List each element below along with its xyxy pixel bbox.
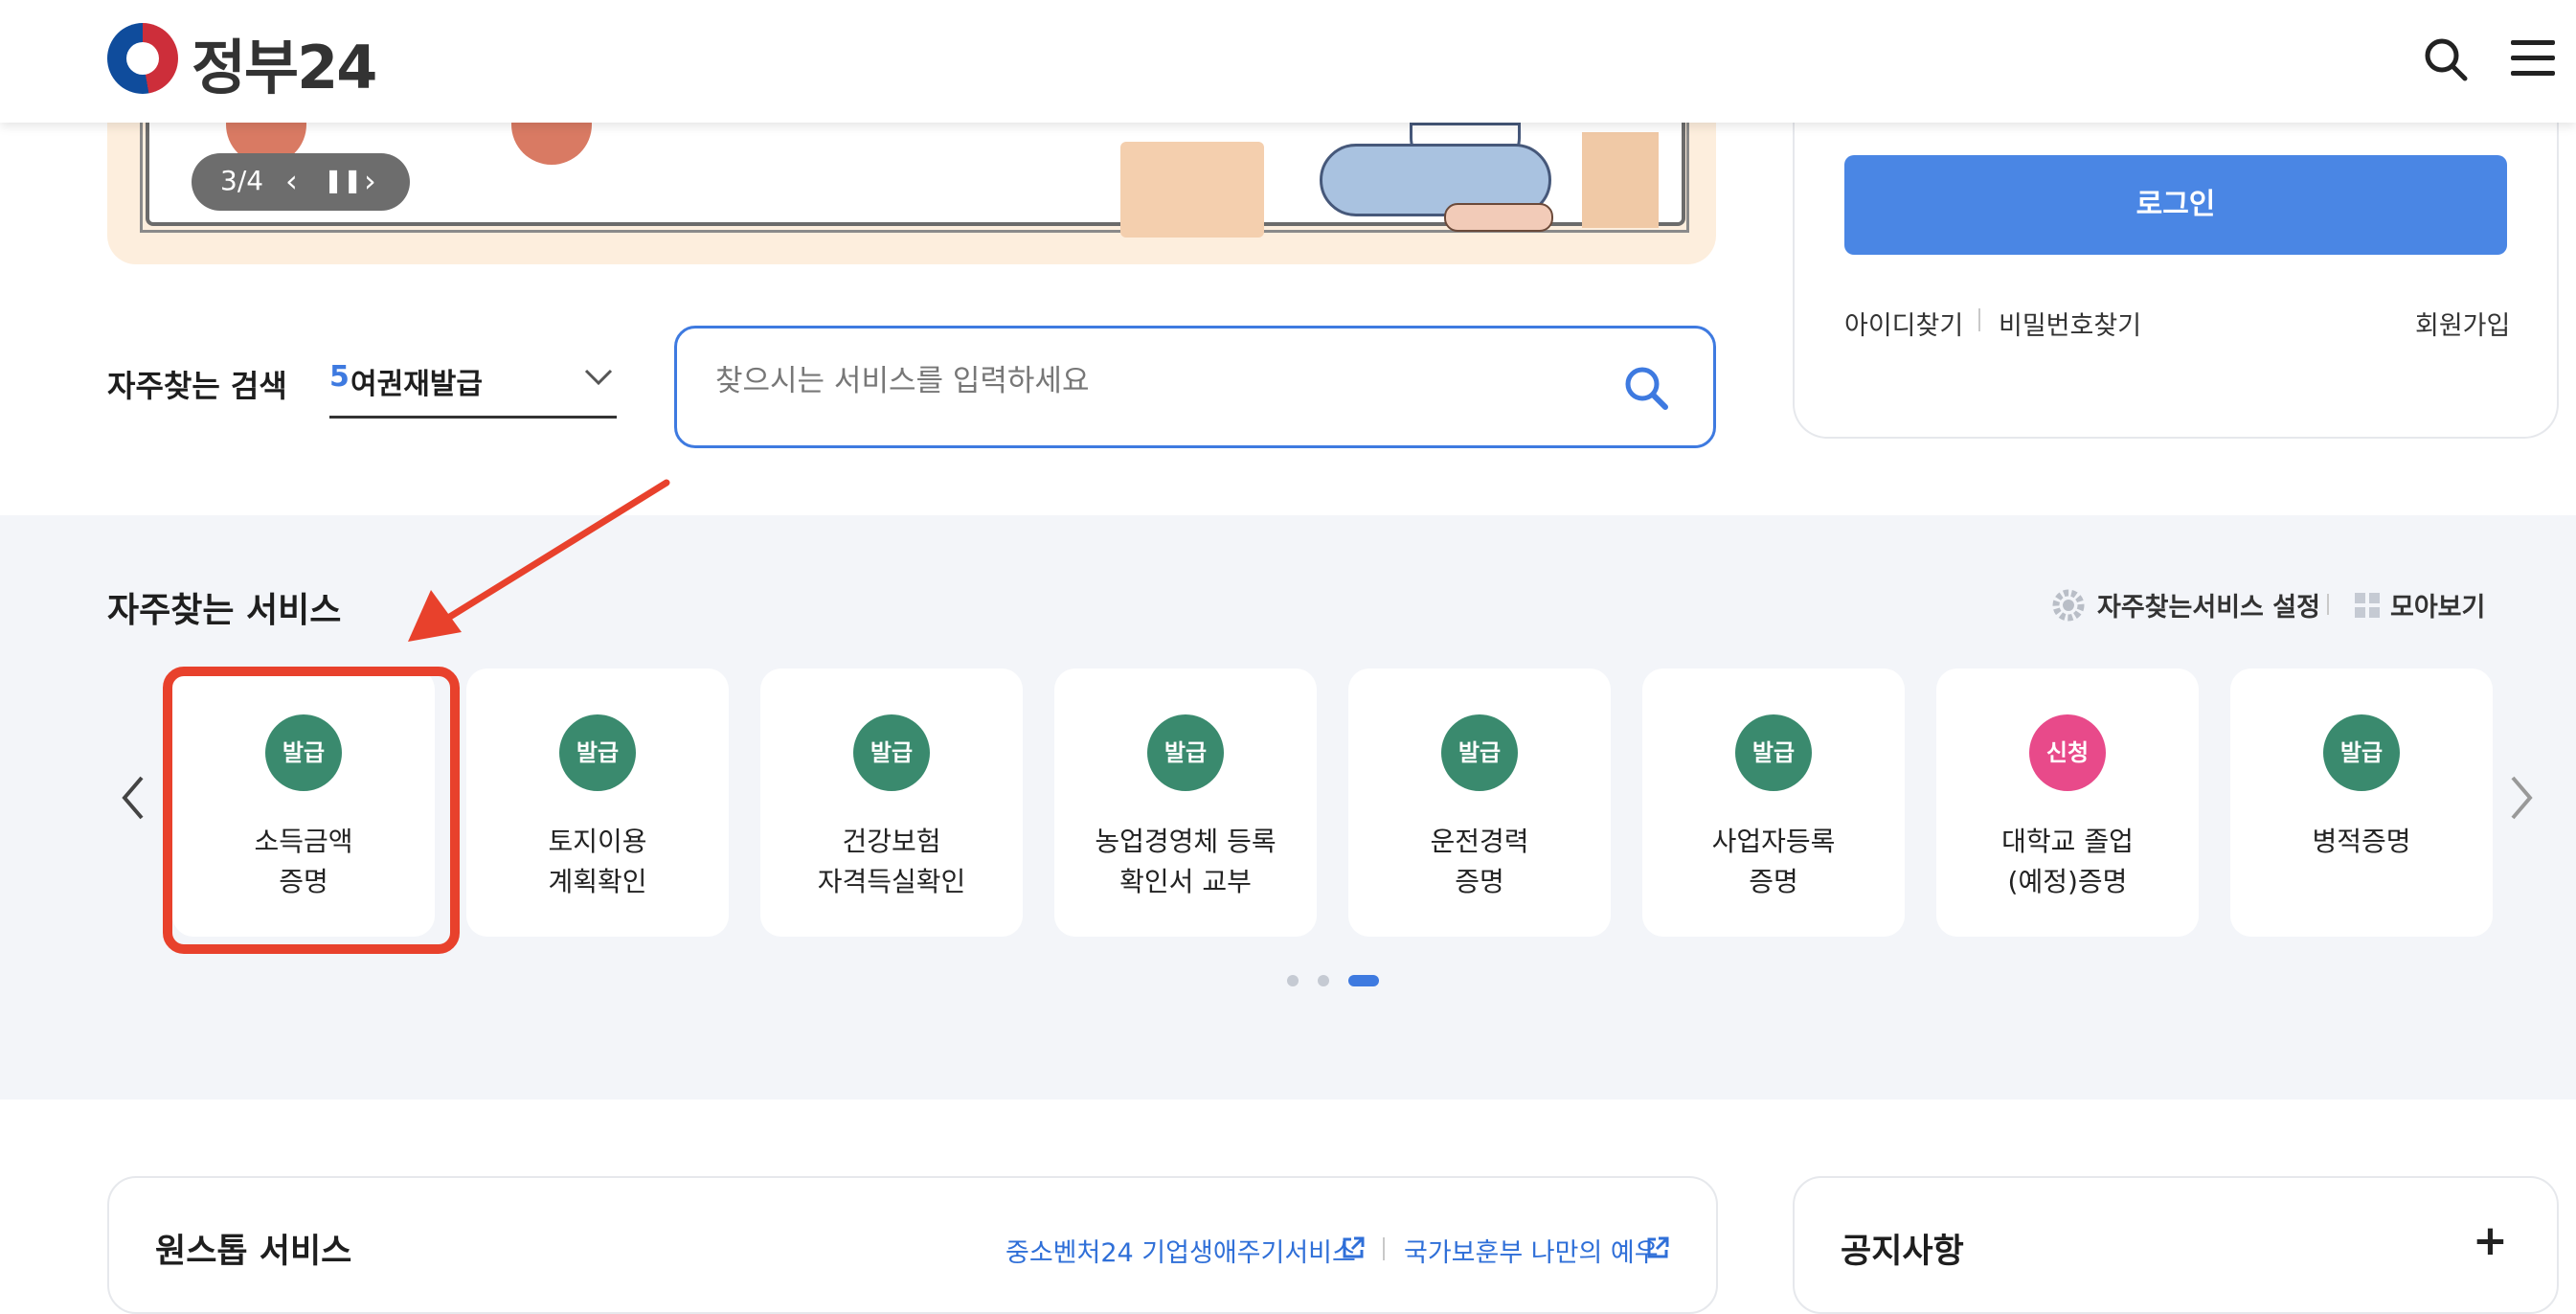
highlight-box [163, 667, 460, 954]
search-icon[interactable] [1621, 363, 1671, 413]
favorite-service-card[interactable]: 발급사업자등록 증명 [1642, 668, 1905, 937]
grid-icon[interactable] [2354, 592, 2381, 619]
banner-carousel[interactable]: 3/4 ‹ ❚❚ › [107, 123, 1716, 264]
taegeuk-logo-icon[interactable] [107, 23, 178, 94]
favorite-service-card[interactable]: 발급운전경력 증명 [1348, 668, 1611, 937]
banner-illustration-feet [1444, 203, 1553, 232]
banner-illustration-boxes [1582, 132, 1659, 228]
external-link-icon [1343, 1236, 1365, 1258]
gear-icon[interactable] [2051, 588, 2086, 623]
annotation-arrow [408, 479, 670, 642]
service-search-input[interactable] [713, 363, 1579, 399]
service-name: 건강보험 자격득실확인 [817, 826, 966, 897]
service-name: 대학교 졸업 (예정)증명 [2001, 826, 2134, 897]
onestop-link[interactable]: 국가보훈부 나만의 예우 [1404, 1232, 1659, 1269]
search-icon[interactable] [2421, 34, 2471, 84]
find-password-link[interactable]: 비밀번호찾기 [1999, 305, 2141, 342]
pause-icon[interactable]: ❚❚ [324, 167, 362, 193]
service-name: 사업자등록 증명 [1711, 826, 1836, 897]
onestop-title: 원스톱 서비스 [155, 1233, 352, 1271]
find-id-link[interactable]: 아이디찾기 [1844, 305, 1963, 342]
divider [2327, 594, 2329, 615]
divider [1383, 1237, 1385, 1260]
banner-page-indicator: 3/4 [220, 165, 264, 196]
quick-search-label: 자주찾는 검색 [107, 368, 287, 404]
chevron-left-icon[interactable] [119, 774, 147, 822]
banner-pager: 3/4 ‹ ❚❚ › [192, 153, 410, 211]
login-button[interactable]: 로그인 [1844, 155, 2507, 255]
service-search-box [674, 326, 1716, 448]
quick-search-selected: 여권재발급 [350, 368, 483, 401]
carousel-dot[interactable] [1318, 975, 1329, 986]
plus-icon[interactable]: + [2473, 1216, 2508, 1265]
favorite-service-card[interactable]: 발급토지이용 계획확인 [466, 668, 729, 937]
favorite-services-title: 자주찾는 서비스 [107, 591, 342, 630]
chevron-right-icon[interactable] [2507, 774, 2536, 822]
favorite-service-card[interactable]: 신청대학교 졸업 (예정)증명 [1936, 668, 2199, 937]
service-type-badge: 발급 [1441, 714, 1518, 791]
service-type-badge: 신청 [2029, 714, 2106, 791]
service-name: 토지이용 계획확인 [548, 826, 647, 897]
notice-title: 공지사항 [1841, 1233, 1964, 1271]
onestop-link[interactable]: 중소벤처24 기업생애주기서비스 [1006, 1232, 1356, 1269]
chevron-down-icon [584, 369, 613, 386]
hamburger-menu-icon[interactable] [2511, 36, 2559, 80]
chevron-left-icon[interactable]: ‹ [285, 163, 298, 199]
signup-link[interactable]: 회원가입 [2415, 305, 2510, 342]
carousel-dot[interactable] [1287, 975, 1299, 986]
service-type-badge: 발급 [559, 714, 636, 791]
service-type-badge: 발급 [1735, 714, 1812, 791]
favorite-service-card[interactable]: 발급건강보험 자격득실확인 [760, 668, 1023, 937]
service-name: 농업경영체 등록 확인서 교부 [1095, 826, 1277, 897]
favorite-service-card[interactable]: 발급농업경영체 등록 확인서 교부 [1054, 668, 1317, 937]
quick-search-rank: 5 [329, 360, 350, 394]
favorite-settings-link[interactable]: 자주찾는서비스 설정 [2097, 586, 2320, 623]
service-name: 병적증명 [2312, 826, 2411, 857]
divider [1978, 308, 1980, 331]
quick-search-dropdown[interactable]: 5 여권재발급 [329, 354, 617, 419]
banner-illustration-boxes [1120, 142, 1264, 238]
top-header: 정부24 [0, 0, 2576, 123]
service-type-badge: 발급 [2323, 714, 2400, 791]
chevron-right-icon[interactable]: › [364, 163, 376, 199]
external-link-icon [1647, 1236, 1669, 1258]
carousel-dot[interactable] [1348, 975, 1379, 986]
site-logo-text[interactable]: 정부24 [192, 19, 377, 105]
service-type-badge: 발급 [853, 714, 930, 791]
service-name: 운전경력 증명 [1430, 826, 1529, 897]
service-type-badge: 발급 [1147, 714, 1224, 791]
favorite-service-card[interactable]: 발급병적증명 [2230, 668, 2493, 937]
view-all-link[interactable]: 모아보기 [2390, 586, 2485, 623]
